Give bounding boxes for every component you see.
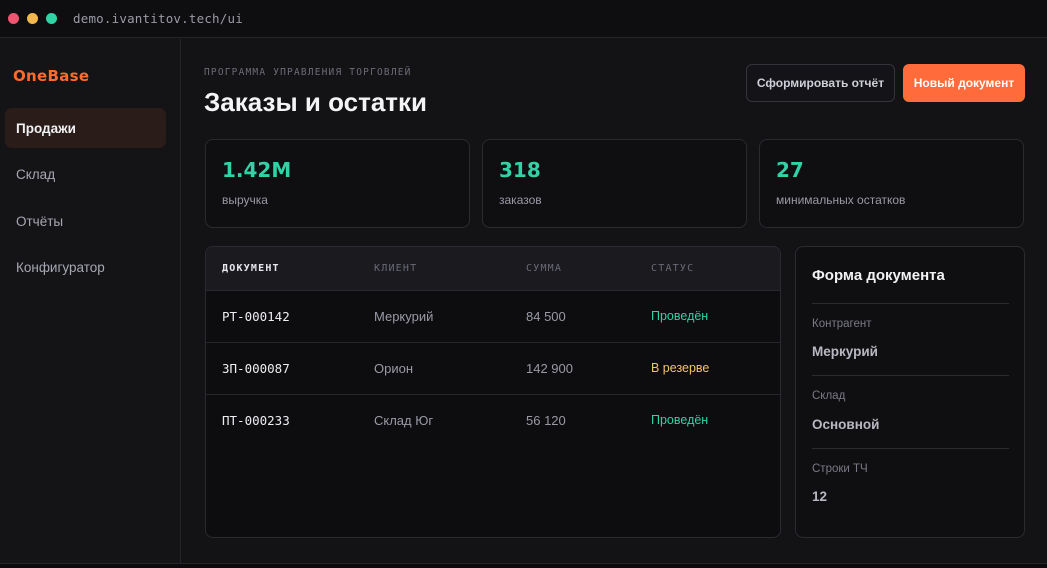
- stat-card-min-stock: 27 минимальных остатков: [759, 139, 1024, 228]
- sidebar-item-reports[interactable]: Отчёты: [5, 201, 166, 241]
- stat-value: 1.42M: [222, 158, 292, 182]
- status-badge: В резерве: [651, 361, 710, 375]
- field-label-counterparty: Контрагент: [812, 318, 872, 330]
- address-bar-url[interactable]: demo.ivantitov.tech/ui: [73, 11, 243, 26]
- divider: [812, 375, 1009, 376]
- table-row[interactable]: ПТ-000233 Склад Юг 56 120 Проведён: [206, 395, 780, 447]
- window-bottom-edge: [0, 563, 1047, 568]
- documents-table: ДОКУМЕНТ КЛИЕНТ СУММА СТАТУС РТ-000142 М…: [205, 246, 781, 538]
- divider: [812, 448, 1009, 449]
- column-header-sum[interactable]: СУММА: [526, 263, 562, 274]
- sidebar-item-configurator[interactable]: Конфигуратор: [5, 247, 166, 287]
- stat-label: минимальных остатков: [776, 193, 906, 207]
- new-document-button[interactable]: Новый документ: [903, 64, 1025, 102]
- browser-titlebar: demo.ivantitov.tech/ui: [0, 0, 1047, 38]
- main-content: ПРОГРАММА УПРАВЛЕНИЯ ТОРГОВЛЕЙ Заказы и …: [182, 39, 1047, 564]
- cell-document: ЗП-000087: [222, 361, 290, 376]
- maximize-window-icon[interactable]: [46, 13, 57, 24]
- sidebar-item-warehouse[interactable]: Склад: [5, 154, 166, 194]
- field-value-table-rows[interactable]: 12: [812, 489, 827, 504]
- field-label-warehouse: Склад: [812, 390, 846, 402]
- stat-value: 27: [776, 158, 804, 182]
- table-header: ДОКУМЕНТ КЛИЕНТ СУММА СТАТУС: [206, 247, 780, 291]
- cell-sum: 84 500: [526, 309, 566, 324]
- sidebar: OneBase Продажи Склад Отчёты Конфигурато…: [0, 39, 181, 564]
- document-form-panel: Форма документа Контрагент Меркурий Скла…: [795, 246, 1025, 538]
- stat-card-orders: 318 заказов: [482, 139, 747, 228]
- field-value-counterparty[interactable]: Меркурий: [812, 344, 878, 359]
- table-row[interactable]: ЗП-000087 Орион 142 900 В резерве: [206, 343, 780, 395]
- column-header-client[interactable]: КЛИЕНТ: [374, 263, 417, 274]
- app-logo[interactable]: OneBase: [13, 67, 89, 85]
- table-row[interactable]: РТ-000142 Меркурий 84 500 Проведён: [206, 291, 780, 343]
- page-title: Заказы и остатки: [204, 87, 428, 117]
- page-eyebrow: ПРОГРАММА УПРАВЛЕНИЯ ТОРГОВЛЕЙ: [204, 67, 412, 78]
- status-badge: Проведён: [651, 413, 709, 427]
- cell-sum: 56 120: [526, 413, 566, 428]
- generate-report-button[interactable]: Сформировать отчёт: [746, 64, 895, 102]
- stat-card-revenue: 1.42M выручка: [205, 139, 470, 228]
- column-header-document[interactable]: ДОКУМЕНТ: [222, 263, 280, 274]
- stat-label: заказов: [499, 193, 542, 207]
- cell-client: Меркурий: [374, 309, 434, 324]
- divider: [812, 303, 1009, 304]
- sidebar-item-sales[interactable]: Продажи: [5, 108, 166, 148]
- cell-client: Орион: [374, 361, 414, 376]
- status-badge: Проведён: [651, 309, 709, 323]
- field-label-table-rows: Строки ТЧ: [812, 463, 868, 475]
- form-title: Форма документа: [812, 267, 945, 284]
- minimize-window-icon[interactable]: [27, 13, 38, 24]
- close-window-icon[interactable]: [8, 13, 19, 24]
- column-header-status[interactable]: СТАТУС: [651, 263, 694, 274]
- cell-document: ПТ-000233: [222, 413, 290, 428]
- field-value-warehouse[interactable]: Основной: [812, 417, 879, 432]
- cell-sum: 142 900: [526, 361, 573, 376]
- stat-label: выручка: [222, 193, 268, 207]
- cell-client: Склад Юг: [374, 413, 434, 428]
- stat-value: 318: [499, 158, 541, 182]
- cell-document: РТ-000142: [222, 309, 290, 324]
